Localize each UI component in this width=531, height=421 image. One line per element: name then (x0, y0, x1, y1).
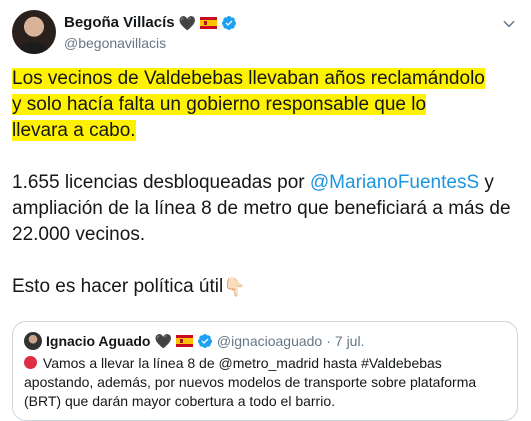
tweet-text: Los vecinos de Valdebebas llevaban años … (12, 66, 524, 326)
author-name-row: Begoña Villacís 🖤 (64, 14, 237, 31)
author-handle[interactable]: @begonavillacis (64, 35, 166, 51)
black-heart-icon: 🖤 (178, 14, 197, 31)
closing-paragraph: Esto es hacer política útil👇🏻 (12, 274, 524, 300)
pointing-down-hand-icon: 👇🏻 (223, 277, 246, 297)
quoted-tweet-header: Ignacio Aguado 🖤 @ignacioaguado · 7 jul. (24, 332, 364, 350)
quoted-text-body: Vamos a llevar la línea 8 de @metro_madr… (24, 355, 477, 409)
para3-text: Esto es hacer política útil (12, 276, 224, 297)
highlight-line-3: llevara a cabo. (12, 120, 136, 141)
licenses-paragraph: 1.655 licencias desbloqueadas por @Maria… (12, 170, 524, 248)
verified-badge-icon (197, 334, 212, 348)
quoted-handle: @ignacioaguado (216, 333, 323, 349)
highlight-line-1: Los vecinos de Valdebebas llevaban años … (12, 68, 485, 89)
para2-text-before: 1.655 licencias desbloqueadas por (12, 172, 310, 193)
black-heart-icon: 🖤 (154, 333, 172, 349)
quoted-date: 7 jul. (334, 333, 365, 349)
author-avatar[interactable] (12, 10, 56, 54)
quoted-tweet[interactable]: Ignacio Aguado 🖤 @ignacioaguado · 7 jul.… (12, 321, 518, 421)
mention-link[interactable]: @MarianoFuentesS (310, 172, 479, 193)
quoted-display-name: Ignacio Aguado (46, 333, 151, 349)
spain-flag-icon (175, 335, 193, 347)
highlight-line-2: y solo hacía falta un gobierno responsab… (12, 94, 427, 115)
author-display-name[interactable]: Begoña Villacís (64, 14, 175, 31)
verified-badge-icon (222, 15, 237, 30)
dot-separator: · (326, 333, 331, 349)
highlighted-paragraph: Los vecinos de Valdebebas llevaban años … (12, 66, 524, 144)
chevron-down-icon[interactable] (501, 16, 517, 32)
tweet: Begoña Villacís 🖤 @begonavillacis Los ve… (0, 0, 531, 421)
spain-flag-icon (200, 16, 218, 29)
red-circle-icon (24, 356, 37, 369)
quoted-avatar (24, 332, 42, 350)
quoted-tweet-text: Vamos a llevar la línea 8 de @metro_madr… (24, 354, 510, 411)
